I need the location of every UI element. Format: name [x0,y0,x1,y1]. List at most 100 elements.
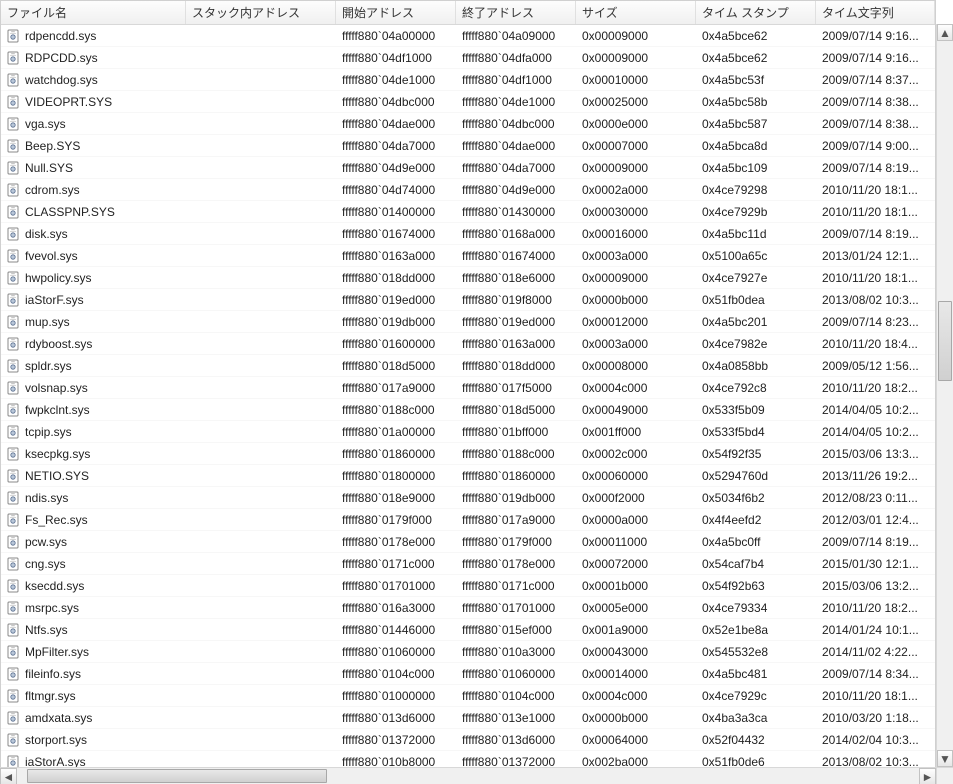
sys-file-icon [7,293,21,307]
cell-filename: watchdog.sys [1,73,186,87]
cell-end-address: fffff880`01860000 [456,469,576,483]
table-row[interactable]: ksecdd.sysfffff880`01701000fffff880`0171… [1,575,935,597]
table-row[interactable]: Ntfs.sysfffff880`01446000fffff880`015ef0… [1,619,935,641]
column-header-1[interactable]: スタック内アドレス [186,1,336,24]
cell-filename: rdpencdd.sys [1,29,186,43]
filename-text: MpFilter.sys [25,645,89,659]
cell-start-address: fffff880`01000000 [336,689,456,703]
table-row[interactable]: mup.sysfffff880`019db000fffff880`019ed00… [1,311,935,333]
cell-time-string: 2009/07/14 8:23... [816,315,935,329]
table-row[interactable]: tcpip.sysfffff880`01a00000fffff880`01bff… [1,421,935,443]
sys-file-icon [7,51,21,65]
table-row[interactable]: msrpc.sysfffff880`016a3000fffff880`01701… [1,597,935,619]
filename-text: storport.sys [25,733,87,747]
cell-time-string: 2009/07/14 8:38... [816,117,935,131]
cell-start-address: fffff880`016a3000 [336,601,456,615]
sys-file-icon [7,271,21,285]
cell-timestamp: 0x4a5bc0ff [696,535,816,549]
table-row[interactable]: fltmgr.sysfffff880`01000000fffff880`0104… [1,685,935,707]
cell-size: 0x00009000 [576,271,696,285]
cell-size: 0x0000e000 [576,117,696,131]
table-row[interactable]: ndis.sysfffff880`018e9000fffff880`019db0… [1,487,935,509]
scroll-down-button[interactable]: ▼ [937,750,953,767]
column-header-4[interactable]: サイズ [576,1,696,24]
table-row[interactable]: spldr.sysfffff880`018d5000fffff880`018dd… [1,355,935,377]
vertical-scroll-track[interactable] [937,41,953,750]
cell-filename: vga.sys [1,117,186,131]
cell-end-address: fffff880`04df1000 [456,73,576,87]
table-row[interactable]: storport.sysfffff880`01372000fffff880`01… [1,729,935,751]
cell-time-string: 2014/02/04 10:3... [816,733,935,747]
table-row[interactable]: iaStorF.sysfffff880`019ed000fffff880`019… [1,289,935,311]
table-row[interactable]: amdxata.sysfffff880`013d6000fffff880`013… [1,707,935,729]
horizontal-scrollbar[interactable]: ◄ ► [0,767,936,784]
column-splitter[interactable] [181,1,185,24]
table-body: rdpencdd.sysfffff880`04a00000fffff880`04… [1,25,935,783]
horizontal-scroll-thumb[interactable] [27,769,327,783]
cell-size: 0x00011000 [576,535,696,549]
sys-file-icon [7,337,21,351]
cell-size: 0x00008000 [576,359,696,373]
vertical-scrollbar[interactable]: ▲ ▼ [936,24,953,767]
table-row[interactable]: Beep.SYSfffff880`04da7000fffff880`04dae0… [1,135,935,157]
column-header-3[interactable]: 終了アドレス [456,1,576,24]
column-splitter[interactable] [451,1,455,24]
cell-timestamp: 0x4ce7927e [696,271,816,285]
cell-size: 0x0005e000 [576,601,696,615]
horizontal-scroll-track[interactable] [17,768,919,784]
table-row[interactable]: Null.SYSfffff880`04d9e000fffff880`04da70… [1,157,935,179]
table-row[interactable]: RDPCDD.sysfffff880`04df1000fffff880`04df… [1,47,935,69]
sys-file-icon [7,535,21,549]
table-row[interactable]: rdyboost.sysfffff880`01600000fffff880`01… [1,333,935,355]
column-splitter[interactable] [691,1,695,24]
table-row[interactable]: cdrom.sysfffff880`04d74000fffff880`04d9e… [1,179,935,201]
column-splitter[interactable] [811,1,815,24]
table-row[interactable]: NETIO.SYSfffff880`01800000fffff880`01860… [1,465,935,487]
table-row[interactable]: Fs_Rec.sysfffff880`0179f000fffff880`017a… [1,509,935,531]
table-row[interactable]: fwpkclnt.sysfffff880`0188c000fffff880`01… [1,399,935,421]
cell-filename: hwpolicy.sys [1,271,186,285]
scroll-right-button[interactable]: ► [919,768,936,784]
table-row[interactable]: fileinfo.sysfffff880`0104c000fffff880`01… [1,663,935,685]
cell-end-address: fffff880`017a9000 [456,513,576,527]
cell-time-string: 2012/08/23 0:11... [816,491,935,505]
sys-file-icon [7,579,21,593]
table-row[interactable]: vga.sysfffff880`04dae000fffff880`04dbc00… [1,113,935,135]
table-row[interactable]: disk.sysfffff880`01674000fffff880`0168a0… [1,223,935,245]
table-row[interactable]: VIDEOPRT.SYSfffff880`04dbc000fffff880`04… [1,91,935,113]
column-header-2[interactable]: 開始アドレス [336,1,456,24]
table-row[interactable]: pcw.sysfffff880`0178e000fffff880`0179f00… [1,531,935,553]
column-header-5[interactable]: タイム スタンプ [696,1,816,24]
column-header-6[interactable]: タイム文字列 [816,1,935,24]
cell-end-address: fffff880`013d6000 [456,733,576,747]
table-row[interactable]: hwpolicy.sysfffff880`018dd000fffff880`01… [1,267,935,289]
column-splitter[interactable] [930,1,934,24]
table-row[interactable]: MpFilter.sysfffff880`01060000fffff880`01… [1,641,935,663]
table-row[interactable]: rdpencdd.sysfffff880`04a00000fffff880`04… [1,25,935,47]
cell-start-address: fffff880`01674000 [336,227,456,241]
table-row[interactable]: fvevol.sysfffff880`0163a000fffff880`0167… [1,245,935,267]
cell-size: 0x00012000 [576,315,696,329]
cell-time-string: 2010/11/20 18:1... [816,183,935,197]
cell-timestamp: 0x52f04432 [696,733,816,747]
table-row[interactable]: CLASSPNP.SYSfffff880`01400000fffff880`01… [1,201,935,223]
column-splitter[interactable] [331,1,335,24]
table-row[interactable]: cng.sysfffff880`0171c000fffff880`0178e00… [1,553,935,575]
cell-time-string: 2009/07/14 9:00... [816,139,935,153]
vertical-scroll-thumb[interactable] [938,301,952,381]
cell-timestamp: 0x4ce7982e [696,337,816,351]
table-row[interactable]: ksecpkg.sysfffff880`01860000fffff880`018… [1,443,935,465]
column-header-0[interactable]: ファイル名 [1,1,186,24]
filename-text: fileinfo.sys [25,667,81,681]
cell-timestamp: 0x533f5bd4 [696,425,816,439]
column-splitter[interactable] [571,1,575,24]
table-row[interactable]: watchdog.sysfffff880`04de1000fffff880`04… [1,69,935,91]
table-row[interactable]: volsnap.sysfffff880`017a9000fffff880`017… [1,377,935,399]
cell-end-address: fffff880`04de1000 [456,95,576,109]
cell-timestamp: 0x52e1be8a [696,623,816,637]
cell-size: 0x00010000 [576,73,696,87]
scroll-up-button[interactable]: ▲ [937,24,953,41]
sys-file-icon [7,711,21,725]
scroll-left-button[interactable]: ◄ [0,768,17,784]
cell-start-address: fffff880`04dbc000 [336,95,456,109]
